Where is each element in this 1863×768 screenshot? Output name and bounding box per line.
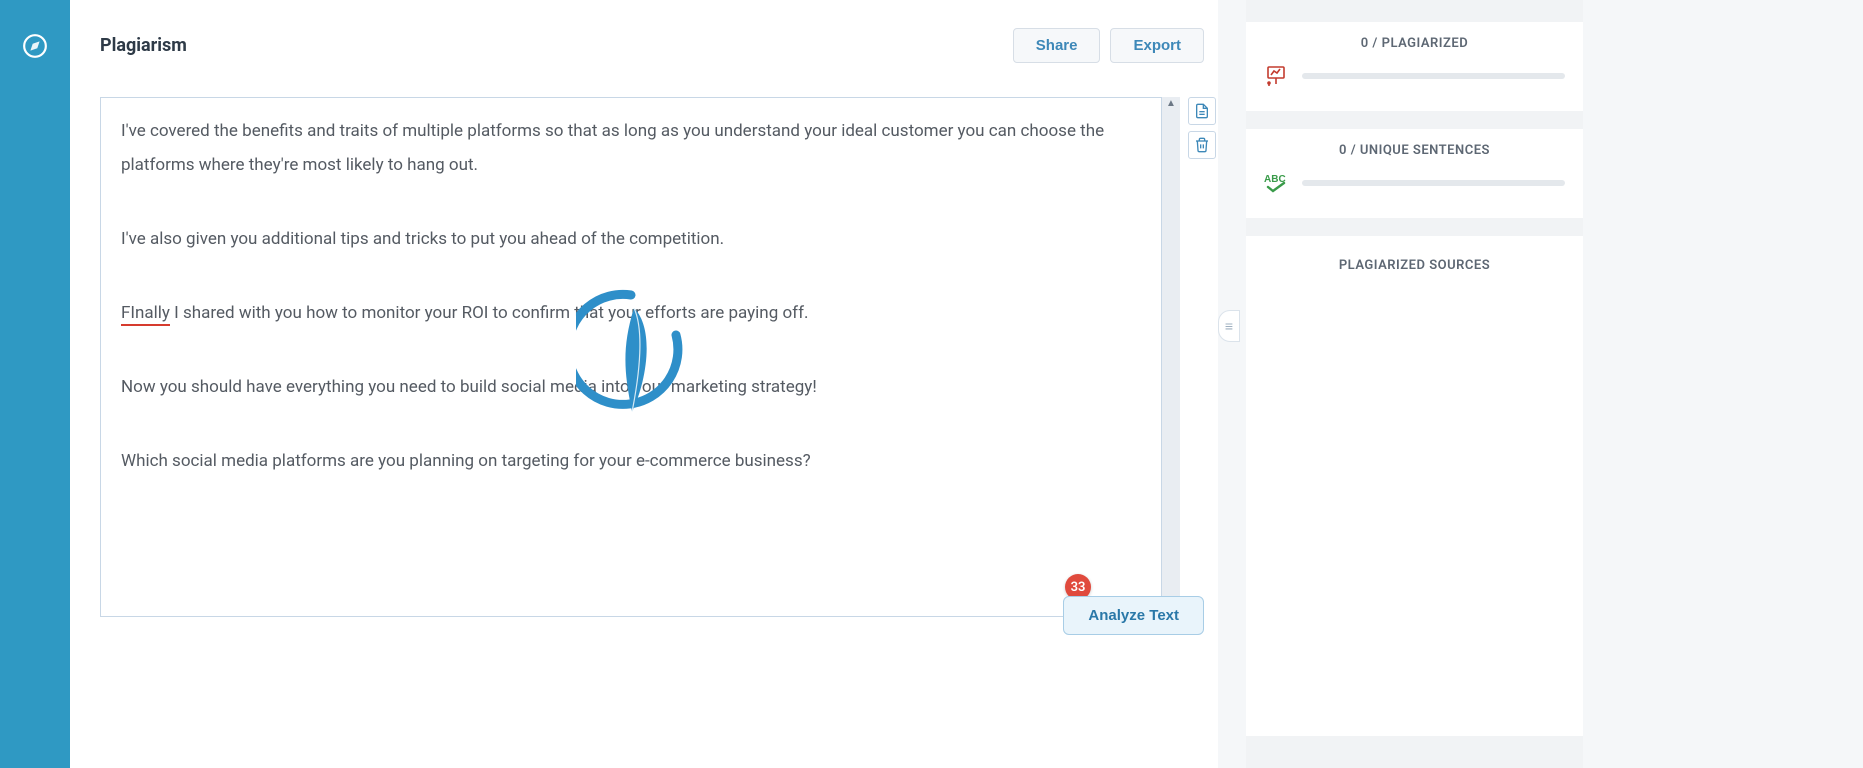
unique-card: 0 / UNIQUE SENTENCES ABC	[1246, 129, 1583, 218]
plagiarized-bar	[1302, 73, 1565, 79]
presentation-icon	[1264, 63, 1290, 89]
unique-bar	[1302, 180, 1565, 186]
header-actions: Share Export	[1013, 28, 1204, 63]
document-icon[interactable]	[1188, 97, 1216, 125]
editor-scrollbar[interactable]: ▲ ▼	[1162, 97, 1180, 617]
sources-card: PLAGIARIZED SOURCES	[1246, 236, 1583, 736]
page-title: Plagiarism	[100, 35, 187, 56]
analyze-text-button[interactable]: Analyze Text	[1063, 596, 1204, 635]
plagiarized-title: 0 / PLAGIARIZED	[1264, 36, 1565, 51]
editor-content[interactable]: I've covered the benefits and traits of …	[101, 98, 1161, 616]
text-editor[interactable]: I've covered the benefits and traits of …	[100, 97, 1162, 617]
unique-title: 0 / UNIQUE SENTENCES	[1264, 143, 1565, 158]
editor-wrap: I've covered the benefits and traits of …	[100, 97, 1218, 617]
editor-sidebuttons	[1188, 97, 1218, 617]
export-button[interactable]: Export	[1110, 28, 1204, 63]
share-button[interactable]: Share	[1013, 28, 1101, 63]
sources-title: PLAGIARIZED SOURCES	[1264, 258, 1565, 273]
scroll-up-icon[interactable]: ▲	[1162, 97, 1180, 109]
plagiarized-card: 0 / PLAGIARIZED	[1246, 22, 1583, 111]
header-row: Plagiarism Share Export	[100, 28, 1218, 63]
spell-error[interactable]: FInally	[121, 303, 170, 326]
abc-check-icon: ABC	[1264, 170, 1290, 196]
panel-collapse-handle[interactable]: ≡	[1218, 310, 1240, 342]
main-panel: Plagiarism Share Export I've covered the…	[70, 0, 1218, 768]
left-navbar	[0, 0, 70, 768]
trash-icon[interactable]	[1188, 131, 1216, 159]
right-panel: 0 / PLAGIARIZED 0 / UNIQUE SENTENCES ABC	[1246, 0, 1583, 768]
compass-icon[interactable]	[17, 28, 53, 64]
